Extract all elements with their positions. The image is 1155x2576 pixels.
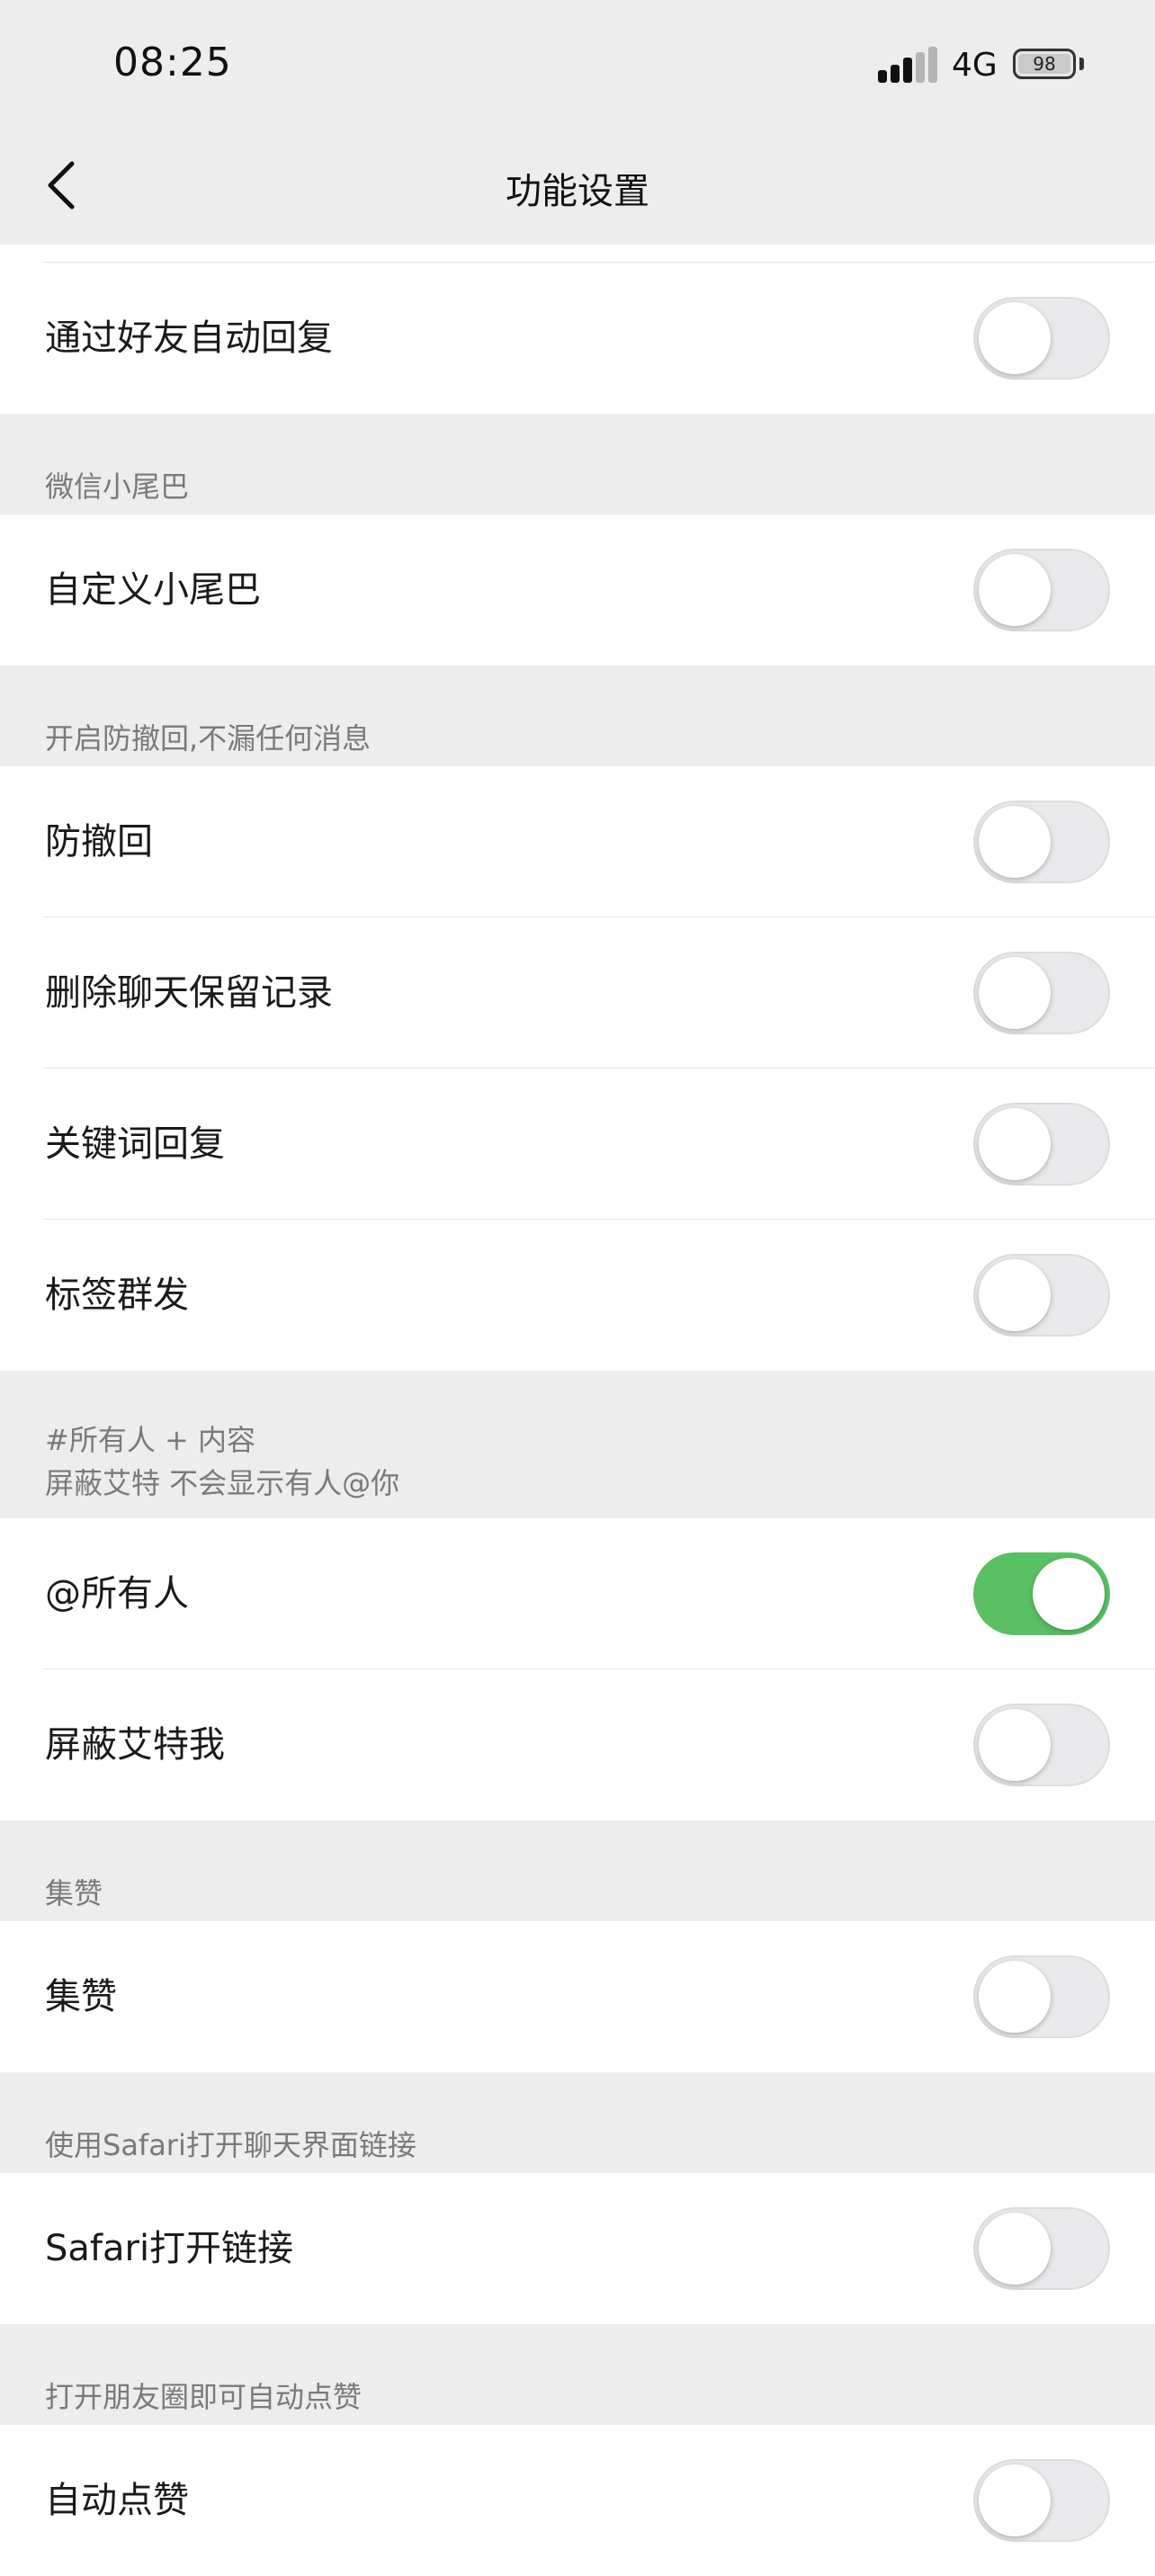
toggle-block-mention[interactable] xyxy=(973,1704,1110,1786)
setting-label: 标签群发 xyxy=(45,1275,189,1316)
settings-group-auto-like: 自动点赞 xyxy=(0,2425,1155,2576)
network-type: 4G xyxy=(952,47,998,84)
setting-label: 集赞 xyxy=(45,1976,117,2017)
toggle-mention-all[interactable] xyxy=(973,1552,1110,1635)
setting-row-keep-records: 删除聊天保留记录 xyxy=(0,917,1155,1069)
battery-icon: 98 xyxy=(1013,49,1076,79)
setting-label: 屏蔽艾特我 xyxy=(45,1724,225,1766)
setting-row-collect-likes: 集赞 xyxy=(0,1921,1155,2072)
status-time: 08:25 xyxy=(113,40,232,85)
settings-group-tail: 自定义小尾巴 xyxy=(0,514,1155,666)
section-header-tail: 微信小尾巴 xyxy=(0,414,1155,514)
setting-row-tag-broadcast: 标签群发 xyxy=(0,1220,1155,1371)
toggle-custom-tail[interactable] xyxy=(973,549,1110,631)
section-header-likes: 集赞 xyxy=(0,1820,1155,1921)
setting-row-auto-like: 自动点赞 xyxy=(0,2425,1155,2576)
section-header-text: 开启防撤回,不漏任何消息 xyxy=(45,721,372,756)
section-header-anti-recall: 开启防撤回,不漏任何消息 xyxy=(0,666,1155,766)
setting-row-block-mention: 屏蔽艾特我 xyxy=(0,1669,1155,1820)
section-header-mention: #所有人 + 内容 屏蔽艾特 不会显示有人@你 xyxy=(0,1371,1155,1518)
battery-tip xyxy=(1079,58,1084,70)
setting-label: 删除聊天保留记录 xyxy=(45,972,333,1014)
settings-group-mention: @所有人 屏蔽艾特我 xyxy=(0,1518,1155,1820)
settings-group-friend-reply: 通过好友自动回复 xyxy=(0,245,1155,414)
section-header-text: 打开朋友圈即可自动点赞 xyxy=(45,2380,363,2414)
setting-row-custom-tail: 自定义小尾巴 xyxy=(0,514,1155,666)
battery-level: 98 xyxy=(1033,53,1056,75)
signal-strength-icon xyxy=(878,47,937,83)
settings-list: 通过好友自动回复 微信小尾巴 自定义小尾巴 开启防撤回,不漏任何消息 防撤回 删… xyxy=(0,245,1155,2576)
section-header-text: 微信小尾巴 xyxy=(45,470,190,504)
toggle-keyword-reply[interactable] xyxy=(973,1103,1110,1185)
partial-row-edge xyxy=(0,245,1155,263)
setting-label: 通过好友自动回复 xyxy=(45,318,333,359)
toggle-auto-reply-friend[interactable] xyxy=(973,297,1110,380)
status-bar: 08:25 4G 98 xyxy=(0,0,1155,126)
setting-row-mention-all: @所有人 xyxy=(0,1518,1155,1669)
settings-group-safari: Safari打开链接 xyxy=(0,2173,1155,2324)
toggle-collect-likes[interactable] xyxy=(973,1955,1110,2038)
section-header-auto-like: 打开朋友圈即可自动点赞 xyxy=(0,2324,1155,2425)
setting-row-safari-links: Safari打开链接 xyxy=(0,2173,1155,2324)
setting-row-anti-recall: 防撤回 xyxy=(0,766,1155,917)
toggle-tag-broadcast[interactable] xyxy=(973,1254,1110,1337)
setting-label: Safari打开链接 xyxy=(45,2228,294,2269)
page-title: 功能设置 xyxy=(506,171,649,212)
setting-label: 防撤回 xyxy=(45,821,153,863)
toggle-safari-links[interactable] xyxy=(973,2207,1110,2290)
section-header-text: 集赞 xyxy=(45,1876,103,1910)
section-header-safari: 使用Safari打开聊天界面链接 xyxy=(0,2072,1155,2173)
setting-label: 关键词回复 xyxy=(45,1123,225,1165)
section-header-text: #所有人 + 内容 xyxy=(45,1423,255,1457)
setting-label: 自定义小尾巴 xyxy=(45,569,261,611)
section-header-text: 使用Safari打开聊天界面链接 xyxy=(45,2128,416,2162)
toggle-keep-records[interactable] xyxy=(973,952,1110,1034)
setting-label: 自动点赞 xyxy=(45,2480,189,2521)
section-header-text: 屏蔽艾特 不会显示有人@你 xyxy=(45,1466,400,1500)
toggle-auto-like[interactable] xyxy=(973,2459,1110,2542)
toggle-anti-recall[interactable] xyxy=(973,801,1110,883)
setting-row-auto-reply-friend: 通过好友自动回复 xyxy=(0,263,1155,414)
settings-group-anti-recall: 防撤回 删除聊天保留记录 关键词回复 标签群发 xyxy=(0,766,1155,1371)
settings-group-likes: 集赞 xyxy=(0,1921,1155,2072)
setting-label: @所有人 xyxy=(45,1573,189,1614)
setting-row-keyword-reply: 关键词回复 xyxy=(0,1069,1155,1220)
navigation-bar: 功能设置 xyxy=(0,126,1155,245)
